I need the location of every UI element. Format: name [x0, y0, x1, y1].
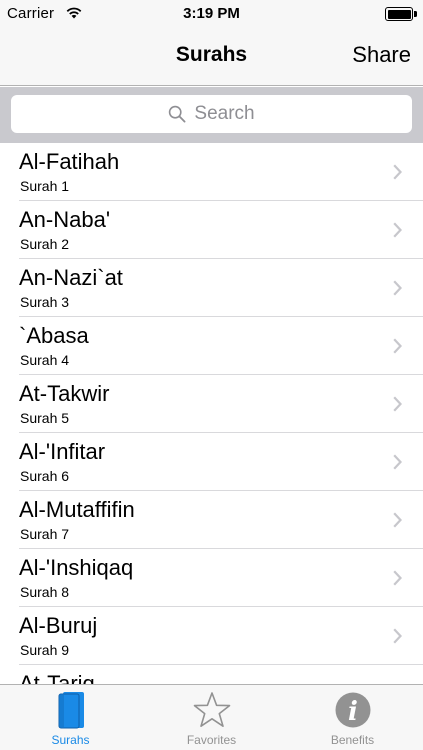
chevron-right-icon — [393, 338, 402, 354]
svg-text:i: i — [348, 697, 358, 727]
status-bar: Carrier 3:19 PM — [0, 0, 423, 28]
share-button[interactable]: Share — [352, 42, 411, 68]
chevron-right-icon — [393, 164, 402, 180]
surah-title: Al-'Inshiqaq — [19, 555, 134, 580]
chevron-right-icon — [393, 628, 402, 644]
surah-title: Al-Mutaffifin — [19, 497, 135, 522]
battery-icon — [385, 7, 417, 21]
surah-subtitle: Surah 7 — [20, 526, 70, 542]
tab-label: Benefits — [330, 733, 375, 747]
star-icon — [193, 692, 230, 727]
navigation-bar: Surahs Share — [0, 28, 423, 86]
book-icon — [58, 692, 84, 729]
surah-title: Al-Buruj — [19, 613, 98, 638]
tab-label: Favorites — [186, 733, 237, 747]
tab-surahs[interactable]: Surahs — [0, 685, 141, 750]
top-bar: Carrier 3:19 PM Surahs Share — [0, 0, 423, 86]
surah-subtitle: Surah 5 — [20, 410, 70, 426]
chevron-right-icon — [393, 280, 402, 296]
app-screen: Carrier 3:19 PM Surahs Share Search Al-F… — [0, 0, 423, 750]
surah-list: Al-Fatihah Surah 1 An-Naba' Surah 2 An-Nazi`… — [0, 143, 423, 684]
search-placeholder: Search — [194, 103, 255, 124]
list-item[interactable]: An-Naba' Surah 2 — [0, 201, 423, 259]
surah-subtitle: Surah 9 — [20, 642, 70, 658]
list-item[interactable]: Al-'Inshiqaq Surah 8 — [0, 549, 423, 607]
status-time: 3:19 PM — [183, 5, 240, 22]
list-item[interactable]: At-Tariq — [0, 665, 423, 684]
list-item[interactable]: Al-'Infitar Surah 6 — [0, 433, 423, 491]
surah-title: An-Nazi`at — [19, 265, 123, 290]
list-item[interactable]: `Abasa Surah 4 — [0, 317, 423, 375]
surah-title: At-Tariq — [19, 671, 95, 684]
surah-subtitle: Surah 4 — [20, 352, 70, 368]
surah-subtitle: Surah 2 — [20, 236, 70, 252]
tab-benefits[interactable]: i Benefits — [282, 685, 423, 750]
chevron-right-icon — [393, 454, 402, 470]
tab-label: Surahs — [51, 733, 90, 747]
info-icon: i — [335, 692, 370, 728]
chevron-right-icon — [393, 570, 402, 586]
search-icon — [169, 105, 186, 123]
surah-title: At-Takwir — [19, 381, 110, 406]
surah-title: An-Naba' — [19, 207, 111, 232]
chevron-right-icon — [393, 222, 402, 238]
surah-subtitle: Surah 8 — [20, 584, 70, 600]
surah-subtitle: Surah 1 — [20, 178, 70, 194]
list-item[interactable]: Al-Fatihah Surah 1 — [0, 143, 423, 201]
chevron-right-icon — [393, 512, 402, 528]
search-bar: Search — [0, 87, 423, 143]
list-item[interactable]: An-Nazi`at Surah 3 — [0, 259, 423, 317]
list-item[interactable]: Al-Buruj Surah 9 — [0, 607, 423, 665]
chevron-right-icon — [393, 396, 402, 412]
list-item[interactable]: Al-Mutaffifin Surah 7 — [0, 491, 423, 549]
surah-title: Al-Fatihah — [19, 149, 120, 174]
surah-title: Al-'Infitar — [19, 439, 106, 464]
tab-favorites[interactable]: Favorites — [141, 685, 282, 750]
surah-subtitle: Surah 6 — [20, 468, 70, 484]
surah-title: `Abasa — [19, 323, 89, 348]
search-input[interactable]: Search — [11, 95, 412, 133]
tab-bar: Surahs Favorites i Benefits — [0, 684, 423, 750]
surah-subtitle: Surah 3 — [20, 294, 70, 310]
list-item[interactable]: At-Takwir Surah 5 — [0, 375, 423, 433]
